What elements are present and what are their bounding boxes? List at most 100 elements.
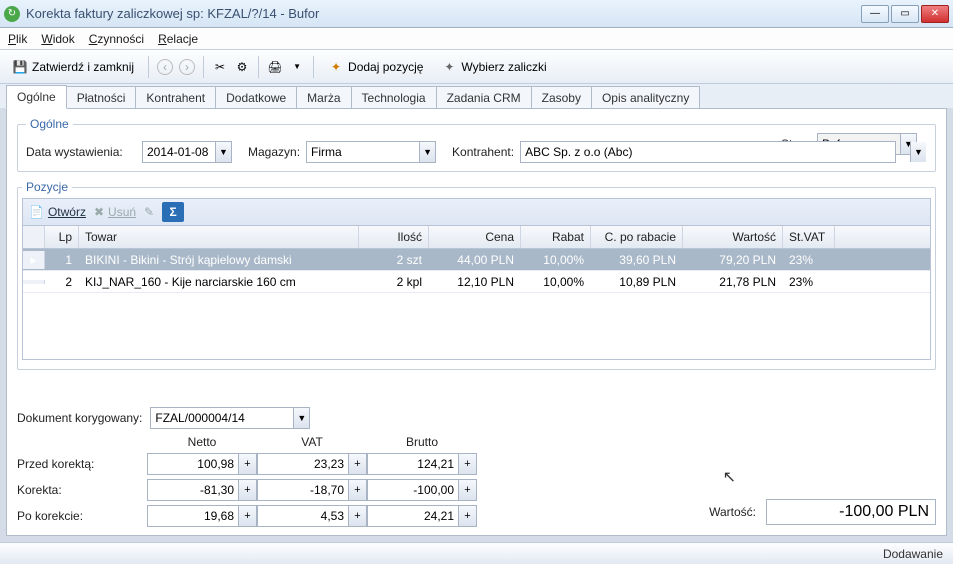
col-wartosc[interactable]: Wartość: [683, 226, 783, 248]
open-icon: 📄: [29, 205, 44, 219]
save-close-label: Zatwierdź i zamknij: [32, 60, 134, 74]
edit-icon: ✎: [144, 205, 154, 219]
total-value[interactable]: [766, 499, 936, 525]
tab-zadania-crm[interactable]: Zadania CRM: [436, 86, 532, 109]
row-indicator-icon: [23, 280, 45, 284]
nav-back-icon[interactable]: ‹: [157, 59, 173, 75]
cell-cena: 12,10 PLN: [429, 273, 521, 291]
cell-wartosc: 79,20 PLN: [683, 251, 783, 269]
delete-button[interactable]: ✖ Usuń: [94, 205, 136, 219]
col-cpo[interactable]: C. po rabacie: [591, 226, 683, 248]
summary-headers: Netto VAT Brutto: [147, 435, 936, 449]
before-netto[interactable]: [147, 453, 239, 475]
chevron-down-icon[interactable]: ▼: [215, 142, 231, 162]
kontrahent-combo[interactable]: [520, 141, 896, 163]
tools-icon[interactable]: ✂: [212, 59, 228, 75]
toolbar-sep: [148, 56, 149, 78]
maximize-button[interactable]: ▭: [891, 5, 919, 23]
chevron-down-icon[interactable]: ▼: [910, 142, 926, 162]
cell-wartosc: 21,78 PLN: [683, 273, 783, 291]
open-label: Otwórz: [48, 205, 86, 219]
delete-label: Usuń: [108, 205, 136, 219]
cell-rabat: 10,00%: [521, 273, 591, 291]
tab-opis[interactable]: Opis analityczny: [591, 86, 700, 109]
cell-cpo: 39,60 PLN: [591, 251, 683, 269]
after-netto[interactable]: [147, 505, 239, 527]
hdr-netto: Netto: [147, 435, 257, 449]
corr-brutto[interactable]: [367, 479, 459, 501]
before-vat[interactable]: [257, 453, 349, 475]
dropdown-icon[interactable]: ▼: [289, 59, 305, 75]
menu-plik[interactable]: Plik: [8, 32, 27, 46]
save-close-button[interactable]: 💾 Zatwierdź i zamknij: [6, 56, 140, 78]
cell-ilosc: 2 szt: [359, 251, 429, 269]
lbl-before: Przed korektą:: [17, 457, 147, 471]
print-icon[interactable]: 🖨: [267, 59, 283, 75]
tab-marza[interactable]: Marża: [296, 86, 351, 109]
tab-dodatkowe[interactable]: Dodatkowe: [215, 86, 297, 109]
plus-button[interactable]: +: [349, 505, 367, 527]
status-bar: Dodawanie: [0, 542, 953, 564]
plus-button[interactable]: +: [349, 479, 367, 501]
tab-ogolne[interactable]: Ogólne: [6, 85, 67, 109]
nav-fwd-icon[interactable]: ›: [179, 59, 195, 75]
total-label: Wartość:: [709, 505, 756, 519]
menu-bar: Plik Widok Czynności Relacje: [0, 28, 953, 50]
add-position-button[interactable]: ✦ Dodaj pozycję: [322, 56, 429, 78]
menu-widok[interactable]: Widok: [41, 32, 74, 46]
sum-row-before: Przed korektą: + + +: [17, 453, 936, 475]
toolbar: 💾 Zatwierdź i zamknij ‹ › ✂ ⚙ 🖨 ▼ ✦ Doda…: [0, 50, 953, 84]
plus-button[interactable]: +: [459, 453, 477, 475]
corr-vat[interactable]: [257, 479, 349, 501]
sum-button[interactable]: Σ: [162, 202, 184, 222]
table-row[interactable]: 2 KIJ_NAR_160 - Kije narciarskie 160 cm …: [23, 271, 930, 293]
col-cena[interactable]: Cena: [429, 226, 521, 248]
after-brutto[interactable]: [367, 505, 459, 527]
plus-button[interactable]: +: [239, 479, 257, 501]
dok-combo[interactable]: [150, 407, 310, 429]
lbl-corr: Korekta:: [17, 483, 147, 497]
total-area: Wartość:: [709, 499, 936, 525]
cursor-icon: ↖: [723, 467, 736, 487]
group-ogolne: Ogólne Stan: ▼ Data wystawienia: ▼ Magaz…: [17, 117, 936, 172]
col-rabat[interactable]: Rabat: [521, 226, 591, 248]
plus-button[interactable]: +: [349, 453, 367, 475]
plus-button[interactable]: +: [459, 479, 477, 501]
menu-czynnosci[interactable]: Czynności: [89, 32, 144, 46]
plus-button[interactable]: +: [459, 505, 477, 527]
col-stvat[interactable]: St.VAT: [783, 226, 835, 248]
tab-technologia[interactable]: Technologia: [351, 86, 437, 109]
pozycje-toolbar: 📄 Otwórz ✖ Usuń ✎ Σ: [22, 198, 931, 226]
chevron-down-icon[interactable]: ▼: [293, 408, 309, 428]
close-button[interactable]: ✕: [921, 5, 949, 23]
minimize-button[interactable]: —: [861, 5, 889, 23]
open-button[interactable]: 📄 Otwórz: [29, 205, 86, 219]
magazyn-combo[interactable]: [306, 141, 436, 163]
cell-cpo: 10,89 PLN: [591, 273, 683, 291]
main-panel: Ogólne Stan: ▼ Data wystawienia: ▼ Magaz…: [6, 108, 947, 536]
col-towar[interactable]: Towar: [79, 226, 359, 248]
choose-advances-button[interactable]: ✦ Wybierz zaliczki: [435, 56, 552, 78]
col-lp[interactable]: Lp: [45, 226, 79, 248]
menu-relacje[interactable]: Relacje: [158, 32, 198, 46]
after-vat[interactable]: [257, 505, 349, 527]
before-brutto[interactable]: [367, 453, 459, 475]
tab-platnosci[interactable]: Płatności: [66, 86, 137, 109]
table-row[interactable]: ▸ 1 BIKINI - Bikini - Strój kąpielowy da…: [23, 249, 930, 271]
tab-zasoby[interactable]: Zasoby: [531, 86, 592, 109]
choose-advances-label: Wybierz zaliczki: [461, 60, 546, 74]
hdr-brutto: Brutto: [367, 435, 477, 449]
save-icon: 💾: [12, 59, 28, 75]
legend-pozycje: Pozycje: [22, 180, 72, 194]
plus-button[interactable]: +: [239, 505, 257, 527]
corr-netto[interactable]: [147, 479, 239, 501]
plus-button[interactable]: +: [239, 453, 257, 475]
kontrahent-label: Kontrahent:: [452, 145, 514, 159]
col-ilosc[interactable]: Ilość: [359, 226, 429, 248]
window-title: Korekta faktury zaliczkowej sp: KFZAL/?/…: [26, 6, 861, 21]
edit-button[interactable]: ✎: [144, 205, 154, 219]
wand-icon: ✦: [441, 59, 457, 75]
chevron-down-icon[interactable]: ▼: [419, 142, 435, 162]
tab-kontrahent[interactable]: Kontrahent: [135, 86, 216, 109]
settings-icon[interactable]: ⚙: [234, 59, 250, 75]
